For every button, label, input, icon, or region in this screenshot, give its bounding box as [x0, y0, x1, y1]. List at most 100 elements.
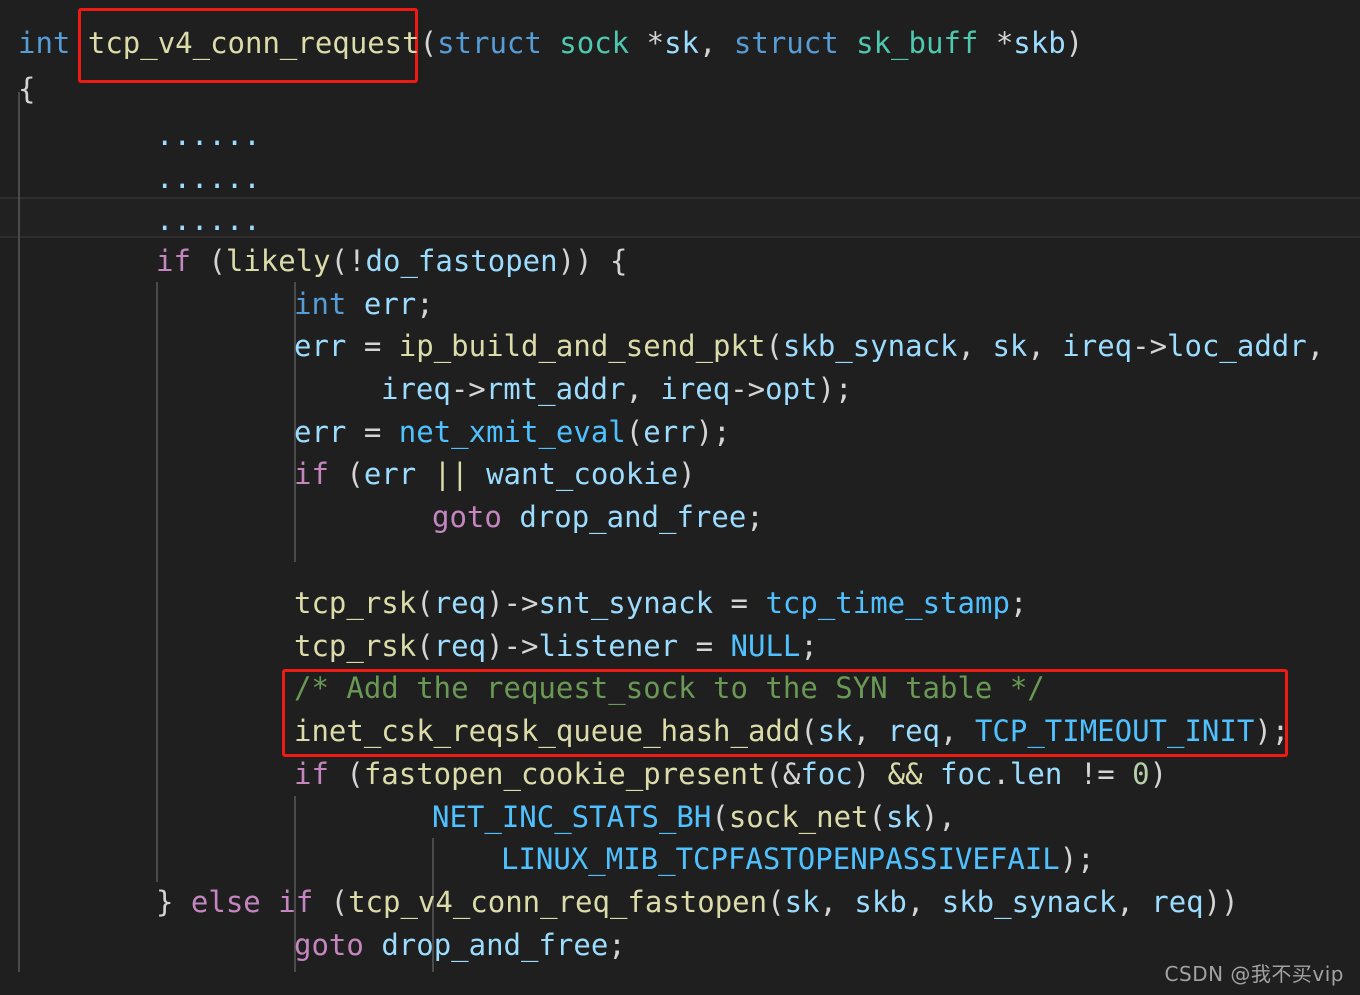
code-token: ,	[940, 714, 975, 748]
code-token: LINUX_MIB_TCPFASTOPENPASSIVEFAIL	[501, 842, 1060, 876]
code-line[interactable]: {	[18, 68, 35, 111]
code-line[interactable]: err = ip_build_and_send_pkt(skb_synack, …	[294, 325, 1324, 368]
code-token: if	[294, 457, 329, 491]
code-token: net_xmit_eval	[398, 415, 626, 449]
code-token: (	[419, 26, 438, 60]
code-token: =	[346, 415, 399, 449]
code-token: (	[328, 757, 364, 791]
code-line[interactable]: ......	[156, 199, 261, 242]
code-token: tcp_v4_conn_request	[87, 26, 420, 60]
code-token: ))	[1203, 885, 1239, 919]
code-line[interactable]: int tcp_v4_conn_request(struct sock *sk,…	[18, 22, 1083, 65]
code-line[interactable]: if (likely(!do_fastopen)) {	[156, 240, 627, 283]
code-token: drop_and_free	[381, 928, 609, 962]
code-line[interactable]: ......	[156, 157, 261, 200]
code-token: (	[767, 885, 785, 919]
code-line[interactable]: NET_INC_STATS_BH(sock_net(sk),	[432, 796, 956, 839]
code-token: );	[817, 372, 853, 406]
code-screenshot: int tcp_v4_conn_request(struct sock *sk,…	[0, 0, 1360, 995]
code-line[interactable]: LINUX_MIB_TCPFASTOPENPASSIVEFAIL);	[501, 838, 1095, 881]
code-line[interactable]: } else if (tcp_v4_conn_req_fastopen(sk, …	[156, 881, 1239, 924]
code-token: foc	[940, 757, 993, 791]
code-token: len	[1009, 757, 1063, 791]
code-token: err	[363, 457, 417, 491]
code-token: ||	[433, 457, 469, 491]
code-token: )->	[486, 586, 539, 620]
code-line[interactable]: tcp_rsk(req)->snt_synack = tcp_time_stam…	[294, 582, 1027, 625]
code-token: skb	[854, 885, 907, 919]
code-token: (!	[330, 244, 366, 278]
code-token: else	[190, 885, 261, 919]
code-token: snt_synack	[538, 586, 714, 620]
code-token: sk	[664, 26, 699, 60]
code-line[interactable]: ireq->rmt_addr, ireq->opt);	[381, 368, 852, 411]
code-line[interactable]: inet_csk_reqsk_queue_hash_add(sk, req, T…	[294, 710, 1289, 753]
code-token: (	[416, 586, 434, 620]
code-token: err	[363, 287, 417, 321]
code-line[interactable]: goto drop_and_free;	[432, 496, 764, 539]
code-token: ),	[920, 800, 956, 834]
code-token: );	[1059, 842, 1095, 876]
code-token: sock_net	[728, 800, 869, 834]
code-token: tcp_rsk	[294, 586, 417, 620]
code-line[interactable]: goto drop_and_free;	[294, 924, 626, 967]
code-token: ;	[746, 500, 764, 534]
code-token: drop_and_free	[519, 500, 747, 534]
code-token: /* Add the request_sock to the SYN table…	[294, 671, 1045, 705]
code-token: =	[346, 329, 399, 363]
code-token: (&	[765, 757, 801, 791]
code-token: ,	[1116, 885, 1152, 919]
code-token: rmt_addr	[485, 372, 626, 406]
code-token: =	[678, 629, 731, 663]
code-token: ->	[1132, 329, 1168, 363]
code-token: .	[992, 757, 1010, 791]
code-token: )->	[486, 629, 539, 663]
code-token: struct	[437, 26, 542, 60]
code-token: (	[765, 329, 783, 363]
code-token: !=	[1062, 757, 1133, 791]
code-token: (	[416, 629, 434, 663]
code-token: NET_INC_STATS_BH	[432, 800, 712, 834]
code-token: loc_addr	[1167, 329, 1307, 363]
code-token: goto	[294, 928, 364, 962]
code-content[interactable]: int tcp_v4_conn_request(struct sock *sk,…	[0, 0, 1360, 995]
code-token: ,	[957, 329, 993, 363]
code-token: (	[313, 885, 349, 919]
code-token: ;	[608, 928, 626, 962]
code-token: req	[1151, 885, 1204, 919]
code-token: }	[156, 885, 191, 919]
code-line[interactable]: ......	[156, 114, 261, 157]
code-token: &&	[887, 757, 923, 791]
code-token: (	[328, 457, 364, 491]
code-token: likely	[225, 244, 331, 278]
code-token: sk	[885, 800, 921, 834]
code-line[interactable]: err = net_xmit_eval(err);	[294, 411, 731, 454]
code-token: ,	[625, 372, 661, 406]
code-token: skb_synack	[941, 885, 1117, 919]
code-token: ;	[416, 287, 434, 321]
code-token: tcp_time_stamp	[765, 586, 1010, 620]
code-token: (	[800, 714, 818, 748]
code-token: sock	[559, 26, 630, 60]
code-line[interactable]: tcp_rsk(req)->listener = NULL;	[294, 625, 818, 668]
code-token: ireq	[660, 372, 731, 406]
code-token: sk	[817, 714, 853, 748]
code-line[interactable]: if (err || want_cookie)	[294, 453, 696, 496]
code-line[interactable]: if (fastopen_cookie_present(&foc) && foc…	[294, 753, 1167, 796]
code-token: opt	[765, 372, 818, 406]
code-token: *	[629, 26, 665, 60]
code-token: tcp_v4_conn_req_fastopen	[348, 885, 768, 919]
code-line[interactable]: int err;	[294, 283, 434, 326]
code-token: ,	[906, 885, 942, 919]
code-token: err	[294, 329, 347, 363]
code-token: goto	[432, 500, 502, 534]
code-token: err	[643, 415, 696, 449]
code-token: struct	[733, 26, 839, 60]
code-line[interactable]: /* Add the request_sock to the SYN table…	[294, 667, 1045, 710]
